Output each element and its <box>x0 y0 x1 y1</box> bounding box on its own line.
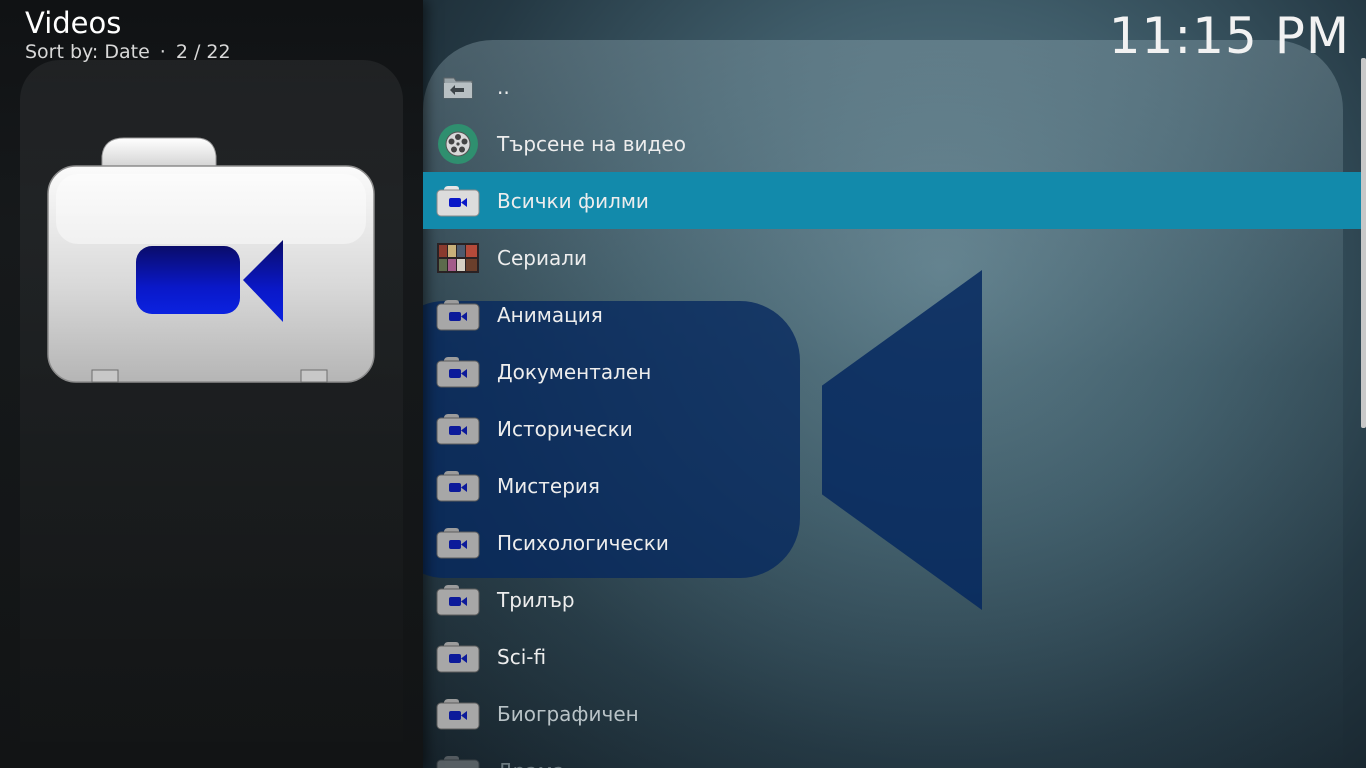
list-item-label: Трилър <box>497 587 575 612</box>
list-item-label: .. <box>497 74 510 99</box>
list-item-label: Сериали <box>497 245 587 270</box>
list-item-biographical[interactable]: Биографичен <box>423 685 1361 742</box>
list-item-label: Sci-fi <box>497 644 547 669</box>
list-item-label: Биографичен <box>497 701 639 726</box>
list-item-label: Мистерия <box>497 473 600 498</box>
list-item-parent[interactable]: .. <box>423 58 1361 115</box>
page-title: Videos <box>25 6 122 40</box>
list-item-label: Психологически <box>497 530 669 555</box>
list-item-mystery[interactable]: Мистерия <box>423 457 1361 514</box>
scrollbar[interactable] <box>1361 58 1366 428</box>
list-item-animation[interactable]: Анимация <box>423 286 1361 343</box>
video-folder-icon <box>436 181 480 221</box>
list-item-thriller[interactable]: Трилър <box>423 571 1361 628</box>
list-item-psychological[interactable]: Психологически <box>423 514 1361 571</box>
list-item-historical[interactable]: Исторически <box>423 400 1361 457</box>
video-folder-large-icon <box>47 137 375 383</box>
video-folder-icon <box>436 751 480 768</box>
video-folder-icon <box>436 295 480 335</box>
video-folder-icon <box>436 523 480 563</box>
list-item-label: Анимация <box>497 302 603 327</box>
list-item-documentary[interactable]: Документален <box>423 343 1361 400</box>
list-item-label: Всички филми <box>497 188 649 213</box>
video-folder-icon <box>436 352 480 392</box>
film-reel-icon <box>436 123 480 164</box>
list-item-label: Исторически <box>497 416 633 441</box>
video-folder-icon <box>436 409 480 449</box>
video-folder-icon <box>436 694 480 734</box>
list-item-label: Драма <box>497 759 565 768</box>
sort-separator: · <box>159 41 166 63</box>
list-item-video-search[interactable]: Търсене на видео <box>423 115 1361 172</box>
list-item-tv-series[interactable]: Сериали <box>423 229 1361 286</box>
sort-info[interactable]: Sort by: Date · 2 / 22 <box>25 40 231 64</box>
video-folder-icon <box>436 466 480 506</box>
list-item-label: Търсене на видео <box>497 131 686 156</box>
video-folder-icon <box>436 637 480 677</box>
list-item-drama[interactable]: Драма <box>423 742 1361 768</box>
list-item-sci-fi[interactable]: Sci-fi <box>423 628 1361 685</box>
file-list: .. Търсене на видео Всички филми Сериали… <box>423 58 1361 768</box>
kodi-screen: Videos Sort by: Date · 2 / 22 11:15 PM .… <box>0 0 1366 768</box>
sort-label: Sort by: Date <box>25 41 150 63</box>
list-item-all-movies[interactable]: Всички филми <box>423 172 1361 229</box>
clock: 11:15 PM <box>1108 7 1350 65</box>
item-position: 2 / 22 <box>175 41 231 63</box>
list-item-label: Документален <box>497 359 652 384</box>
tv-shows-thumbnail-icon <box>436 238 480 278</box>
video-folder-icon <box>436 580 480 620</box>
folder-back-icon <box>436 67 480 107</box>
